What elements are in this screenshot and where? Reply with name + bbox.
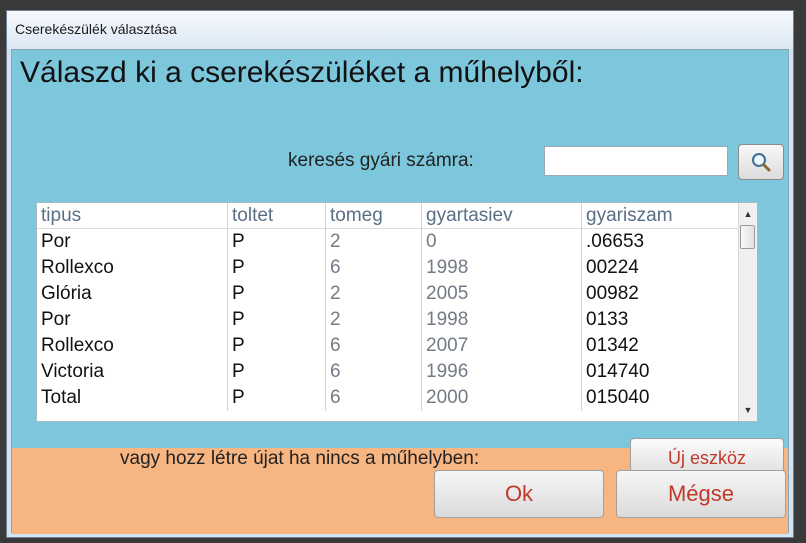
title-bar[interactable]: Cserekészülék választása (7, 11, 793, 49)
cell-tomeg: 2 (325, 281, 421, 307)
cell-toltet: P (227, 333, 325, 359)
cell-tipus: Por (41, 231, 71, 252)
column-header-gyartasiev[interactable]: gyartasiev (421, 203, 581, 229)
ok-button[interactable]: Ok (434, 470, 604, 518)
cell-toltet: P (227, 281, 325, 307)
cell-gyartasiev: 1996 (421, 359, 581, 385)
cell-gyartasiev: 1998 (421, 307, 581, 333)
table-row[interactable]: Por P 2 1998 0133 (37, 307, 741, 333)
column-header-toltet[interactable]: toltet (227, 203, 325, 229)
table-body: Por P 2 0 .06653 Rollexco P 6 1998 00224… (37, 229, 741, 421)
dialog-body: Válaszd ki a cserekészüléket a műhelyből… (11, 49, 789, 534)
cell-toltet: P (227, 229, 325, 255)
cell-tipus: Por (41, 309, 71, 330)
search-input[interactable] (544, 146, 728, 176)
search-label: keresés gyári számra: (288, 150, 474, 171)
device-table: tipus toltet tomeg gyartasiev gyariszam … (36, 202, 758, 422)
scroll-down-arrow-icon[interactable]: ▼ (739, 401, 757, 419)
cell-gyartasiev: 2000 (421, 385, 581, 411)
cell-toltet: P (227, 307, 325, 333)
column-header-tomeg[interactable]: tomeg (325, 203, 421, 229)
cell-gyariszam: 0133 (581, 307, 739, 333)
cell-gyariszam: .06653 (581, 229, 739, 255)
table-row[interactable]: Victoria P 6 1996 014740 (37, 359, 741, 385)
cell-gyartasiev: 0 (421, 229, 581, 255)
create-new-label: vagy hozz létre újat ha nincs a műhelybe… (120, 448, 480, 469)
cell-toltet: P (227, 385, 325, 411)
column-header-tipus[interactable]: tipus (37, 203, 227, 229)
cell-tipus: Rollexco (41, 257, 114, 278)
cell-toltet: P (227, 255, 325, 281)
cell-tomeg: 6 (325, 359, 421, 385)
table-row[interactable]: Por P 2 0 .06653 (37, 229, 741, 255)
table-header: tipus toltet tomeg gyartasiev gyariszam (37, 203, 757, 229)
column-header-gyariszam[interactable]: gyariszam (581, 203, 739, 229)
scroll-up-arrow-icon[interactable]: ▲ (739, 205, 757, 223)
cell-tomeg: 6 (325, 255, 421, 281)
cell-gyariszam: 015040 (581, 385, 739, 411)
window-title: Cserekészülék választása (15, 21, 177, 37)
cell-gyariszam: 00982 (581, 281, 739, 307)
vertical-scrollbar[interactable]: ▲ ▼ (738, 203, 757, 421)
cell-gyartasiev: 2005 (421, 281, 581, 307)
cell-gyariszam: 014740 (581, 359, 739, 385)
cell-toltet: P (227, 359, 325, 385)
cell-tomeg: 6 (325, 333, 421, 359)
cell-tipus: Victoria (41, 361, 105, 382)
cell-tipus: Rollexco (41, 335, 114, 356)
cancel-button[interactable]: Mégse (616, 470, 786, 518)
dialog-window: Cserekészülék választása Válaszd ki a cs… (6, 10, 794, 538)
cell-tomeg: 2 (325, 229, 421, 255)
cell-gyartasiev: 2007 (421, 333, 581, 359)
table-row[interactable]: Total P 6 2000 015040 (37, 385, 741, 411)
magnifier-icon (752, 153, 771, 172)
table-row[interactable]: Glória P 2 2005 00982 (37, 281, 741, 307)
cell-gyartasiev: 1998 (421, 255, 581, 281)
scroll-thumb[interactable] (740, 225, 755, 249)
cell-gyariszam: 00224 (581, 255, 739, 281)
cell-tipus: Glória (41, 283, 92, 304)
page-title: Válaszd ki a cserekészüléket a műhelyből… (20, 56, 584, 89)
table-row[interactable]: Rollexco P 6 2007 01342 (37, 333, 741, 359)
cell-tomeg: 6 (325, 385, 421, 411)
cell-tomeg: 2 (325, 307, 421, 333)
search-button[interactable] (738, 144, 784, 180)
table-row[interactable]: Rollexco P 6 1998 00224 (37, 255, 741, 281)
cell-tipus: Total (41, 387, 82, 408)
cell-gyariszam: 01342 (581, 333, 739, 359)
